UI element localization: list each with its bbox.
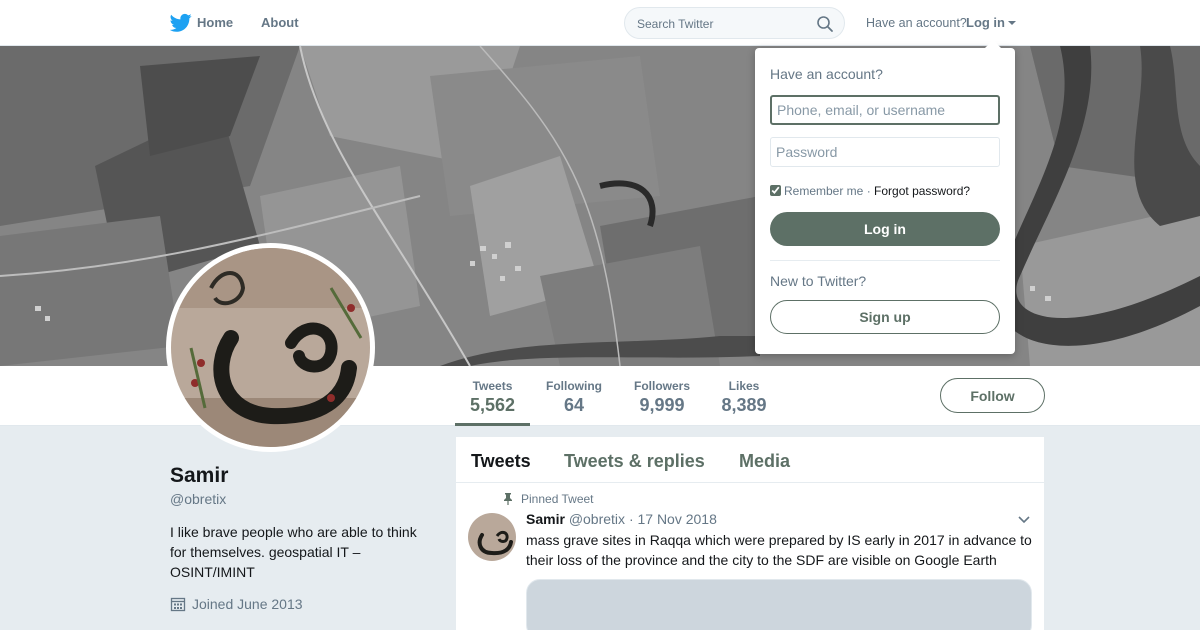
stat-likes[interactable]: Likes 8,389 — [714, 366, 774, 426]
tweet-author-name[interactable]: Samir — [526, 511, 565, 527]
timeline: Tweets Tweets & replies Media Pinned Twe… — [456, 437, 1044, 630]
tab-media[interactable]: Media — [739, 451, 790, 472]
username-field[interactable] — [770, 95, 1000, 125]
signup-button[interactable]: Sign up — [770, 300, 1000, 334]
login-button[interactable]: Log in — [770, 212, 1000, 246]
nav-about-link[interactable]: About — [261, 15, 299, 30]
caret-down-icon[interactable] — [1008, 21, 1016, 25]
separator-dot: · — [866, 184, 871, 198]
new-to-twitter-text: New to Twitter? — [770, 273, 867, 289]
tab-tweets-replies[interactable]: Tweets & replies — [564, 451, 705, 472]
stat-label: Likes — [728, 379, 760, 393]
search-box[interactable]: Search Twitter — [624, 7, 845, 39]
nav-home-link[interactable]: Home — [197, 15, 233, 30]
stat-value: 64 — [563, 395, 585, 415]
follow-button[interactable]: Follow — [940, 378, 1045, 413]
login-dropdown: Have an account? Remember me · Forgot pa… — [755, 40, 1015, 354]
tweet-media-image[interactable] — [526, 579, 1032, 630]
stat-value: 9,999 — [639, 395, 685, 415]
login-dropdown-title: Have an account? — [770, 66, 883, 82]
tab-tweets[interactable]: Tweets — [471, 451, 531, 472]
login-menu-link[interactable]: Log in — [966, 15, 1005, 30]
search-icon[interactable] — [816, 15, 834, 33]
profile-joined-date: Joined June 2013 — [170, 596, 303, 612]
pinned-tweet-label: Pinned Tweet — [503, 492, 594, 506]
profile-handle[interactable]: @obretix — [170, 491, 226, 507]
remember-me-checkbox[interactable] — [770, 185, 781, 196]
profile-name[interactable]: Samir — [170, 464, 228, 488]
tweet-header: Samir @obretix · 17 Nov 2018 — [526, 511, 717, 527]
top-navigation-bar: Home About Search Twitter Have an accoun… — [0, 0, 1200, 46]
remember-me-label[interactable]: Remember me — [784, 184, 863, 198]
password-field[interactable] — [770, 137, 1000, 167]
search-input[interactable]: Search Twitter — [637, 17, 713, 31]
have-account-text: Have an account? — [866, 16, 967, 30]
stat-following[interactable]: Following 64 — [539, 366, 609, 426]
stat-label: Followers — [633, 379, 690, 393]
stat-tweets[interactable]: Tweets 5,562 — [455, 366, 530, 426]
tweet-text: mass grave sites in Raqqa which were pre… — [526, 532, 1032, 568]
dropdown-arrow — [985, 40, 1001, 48]
profile-bio: I like brave people who are able to thin… — [170, 524, 417, 580]
tweet-author-handle[interactable]: @obretix — [569, 511, 625, 527]
tweet-avatar[interactable] — [468, 513, 516, 561]
chevron-down-icon[interactable] — [1017, 515, 1031, 525]
joined-text: Joined June 2013 — [192, 596, 303, 612]
stat-label: Tweets — [472, 379, 513, 393]
calligraphy-avatar-image — [171, 248, 370, 447]
stat-label: Following — [546, 379, 602, 393]
calendar-icon — [170, 597, 186, 612]
remember-row: Remember me · Forgot password? — [770, 184, 970, 198]
stat-followers[interactable]: Followers 9,999 — [627, 366, 697, 426]
pinned-text: Pinned Tweet — [521, 492, 594, 506]
twitter-bird-icon[interactable] — [170, 13, 192, 33]
profile-avatar[interactable] — [166, 243, 375, 452]
stat-value: 8,389 — [721, 395, 767, 415]
pin-icon — [504, 493, 512, 505]
forgot-password-link[interactable]: Forgot password? — [874, 184, 970, 198]
stat-value: 5,562 — [469, 395, 516, 415]
divider — [770, 260, 1000, 261]
tweet-date[interactable]: · 17 Nov 2018 — [629, 511, 717, 527]
timeline-tabs: Tweets Tweets & replies Media — [456, 437, 1044, 483]
